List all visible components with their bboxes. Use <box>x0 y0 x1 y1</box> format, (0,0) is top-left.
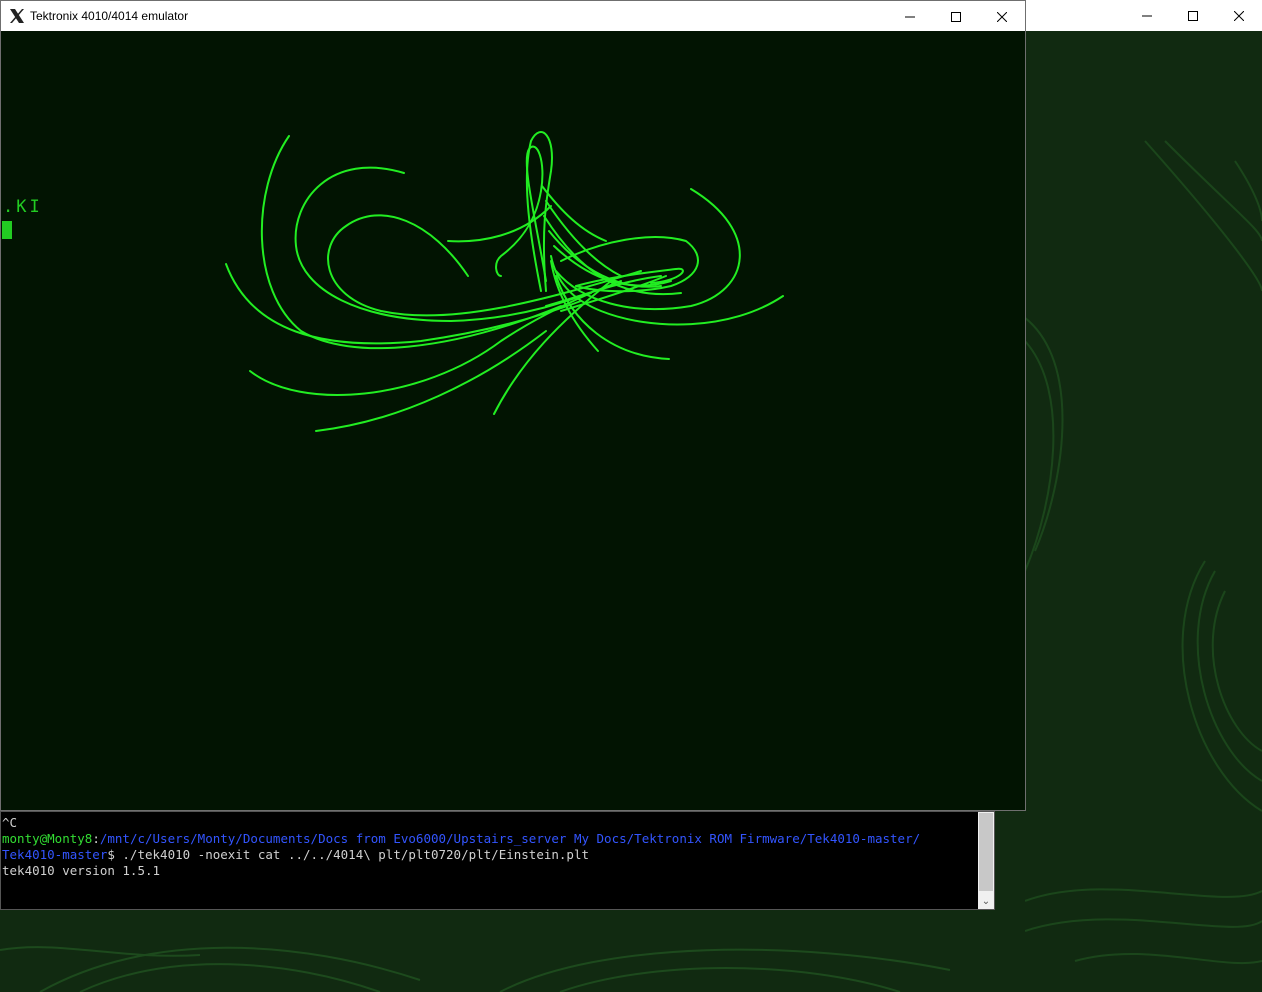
maximize-icon <box>1188 10 1198 21</box>
minimize-icon <box>905 16 915 17</box>
vector-plot <box>225 131 784 432</box>
chevron-down-icon: ⌄ <box>981 895 991 907</box>
terminal-output: ^C monty@Monty8:/mnt/c/Users/Monty/Docum… <box>2 815 978 879</box>
maximize-button[interactable] <box>933 1 979 32</box>
maximize-icon <box>951 11 961 22</box>
terminal-command: $ ./tek4010 -noexit cat ../../4014\ plt/… <box>107 847 589 862</box>
desktop-wallpaper-art <box>1025 140 1262 965</box>
minimize-button[interactable] <box>887 1 933 32</box>
terminal-scrollbar[interactable]: ⌄ <box>978 812 994 909</box>
tektronix-screen[interactable]: .KI <box>1 31 1025 810</box>
background-minimize-button[interactable] <box>1124 0 1170 31</box>
background-window-titlebar <box>1025 0 1262 31</box>
terminal-line-interrupt: ^C <box>2 815 18 830</box>
close-icon <box>997 11 1007 22</box>
scrollbar-thumb[interactable] <box>979 813 993 891</box>
prompt-colon: : <box>92 831 100 846</box>
desktop-wallpaper-bottom <box>0 946 951 992</box>
prompt-path-continued: Tek4010-master <box>2 847 108 862</box>
background-maximize-button[interactable] <box>1170 0 1216 31</box>
window-title: Tektronix 4010/4014 emulator <box>30 9 189 23</box>
background-close-button[interactable] <box>1216 0 1262 31</box>
scroll-down-button[interactable]: ⌄ <box>978 893 994 909</box>
close-icon <box>1234 10 1244 21</box>
terminal-output-line: tek4010 version 1.5.1 <box>2 863 161 878</box>
close-button[interactable] <box>979 1 1025 32</box>
tektronix-titlebar[interactable]: Tektronix 4010/4014 emulator <box>1 1 1025 31</box>
plot-curve <box>495 145 547 282</box>
tektronix-window: Tektronix 4010/4014 emulator .KI <box>0 0 1026 811</box>
prompt-path: /mnt/c/Users/Monty/Documents/Docs from E… <box>99 831 921 846</box>
x-logo-icon <box>9 8 25 24</box>
minimize-icon <box>1142 15 1152 16</box>
prompt-user: monty@Monty8 <box>2 831 93 846</box>
terminal-window[interactable]: ^C monty@Monty8:/mnt/c/Users/Monty/Docum… <box>0 811 995 910</box>
